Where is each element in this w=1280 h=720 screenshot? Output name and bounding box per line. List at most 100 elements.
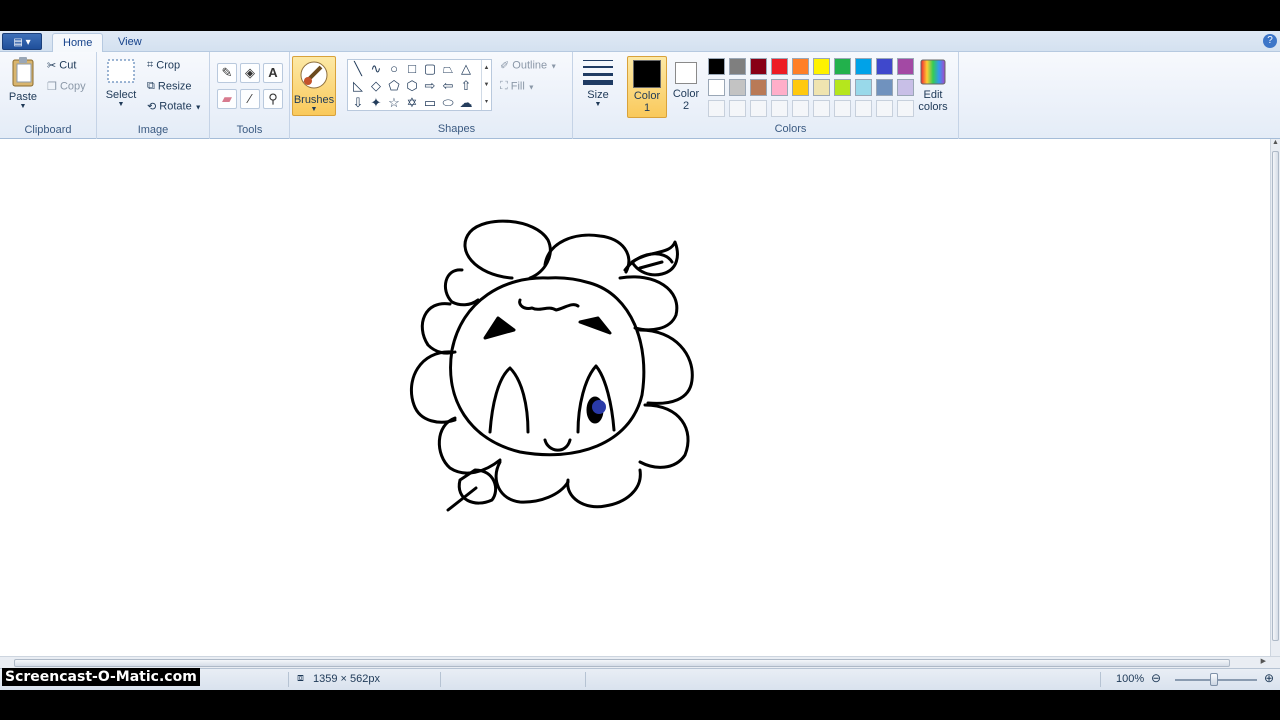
canvas-dimensions: 1359 × 562px	[313, 673, 380, 685]
curve-shape-icon[interactable]: ∿	[367, 60, 385, 78]
custom-color-slot[interactable]	[771, 100, 788, 117]
pencil-icon: ✎	[221, 65, 233, 80]
horizontal-scroll-thumb[interactable]	[14, 659, 1230, 667]
up-arrow-shape-icon[interactable]: ⇧	[457, 77, 475, 95]
scissors-icon: ✂	[47, 60, 57, 72]
color-picker-tool[interactable]: ⁄	[240, 89, 260, 109]
palette-color-swatch[interactable]	[771, 58, 788, 75]
help-icon[interactable]: ?	[1263, 34, 1277, 48]
color2-button[interactable]: Color 2	[668, 56, 704, 118]
tab-view[interactable]: View	[108, 33, 152, 52]
vertical-scrollbar[interactable]: ▲	[1270, 139, 1280, 656]
left-arrow-shape-icon[interactable]: ⇦	[439, 77, 457, 95]
palette-color-swatch[interactable]	[876, 58, 893, 75]
zoom-in-icon[interactable]: ⊕	[1264, 671, 1274, 685]
edit-colors-button[interactable]: Edit colors	[914, 58, 952, 113]
rounded-callout-shape-icon[interactable]: ▭	[421, 94, 439, 112]
resize-button[interactable]: ⧉ Resize	[147, 80, 192, 93]
app-menu-button[interactable]: ▤ ▾	[2, 33, 42, 50]
scroll-up-icon[interactable]: ▲	[1271, 139, 1280, 146]
six-point-star-shape-icon[interactable]: ✡	[403, 94, 421, 112]
zoom-out-icon[interactable]: ⊖	[1151, 671, 1161, 685]
palette-color-swatch[interactable]	[834, 79, 851, 96]
hexagon-shape-icon[interactable]: ⬡	[403, 77, 421, 95]
brushes-button[interactable]: Brushes ▼	[292, 56, 336, 116]
down-arrow-shape-icon[interactable]: ⇩	[349, 94, 367, 112]
horizontal-scrollbar[interactable]: ▶	[0, 656, 1280, 668]
palette-color-swatch[interactable]	[729, 79, 746, 96]
crop-button[interactable]: ⌗ Crop	[147, 59, 180, 72]
rotate-button[interactable]: ⟲ Rotate ▼	[147, 100, 202, 113]
paste-label: Paste	[8, 91, 38, 103]
custom-color-slot[interactable]	[855, 100, 872, 117]
right-triangle-shape-icon[interactable]: ◺	[349, 77, 367, 95]
vertical-scroll-thumb[interactable]	[1272, 151, 1279, 641]
scroll-right-icon[interactable]: ▶	[1261, 657, 1266, 665]
custom-color-slot[interactable]	[897, 100, 914, 117]
watermark: Screencast-O-Matic.com	[2, 668, 200, 686]
chevron-down-icon: ▼	[117, 101, 125, 108]
triangle-shape-icon[interactable]: △	[457, 60, 475, 78]
palette-color-swatch[interactable]	[792, 58, 809, 75]
line-shape-icon[interactable]: ╲	[349, 60, 367, 78]
palette-color-swatch[interactable]	[792, 79, 809, 96]
custom-color-slot[interactable]	[729, 100, 746, 117]
outline-button[interactable]: ✐ Outline ▼	[500, 59, 557, 72]
fill-tool[interactable]: ◈	[240, 63, 260, 83]
diamond-shape-icon[interactable]: ◇	[367, 77, 385, 95]
size-button[interactable]: Size ▼	[578, 58, 618, 108]
chevron-down-icon: ▼	[550, 63, 558, 71]
palette-color-swatch[interactable]	[750, 58, 767, 75]
copy-button[interactable]: ❐ Copy	[47, 80, 86, 93]
custom-color-slot[interactable]	[708, 100, 725, 117]
oval-callout-shape-icon[interactable]: ⬭	[439, 94, 457, 112]
rotate-icon: ⟲	[147, 101, 157, 113]
palette-color-swatch[interactable]	[708, 58, 725, 75]
polygon-shape-icon[interactable]: ⏢	[439, 60, 457, 78]
eraser-tool[interactable]: ▰	[217, 89, 237, 109]
palette-color-swatch[interactable]	[708, 79, 725, 96]
zoom-slider-thumb[interactable]	[1210, 673, 1218, 686]
custom-color-slot[interactable]	[876, 100, 893, 117]
custom-color-slot[interactable]	[750, 100, 767, 117]
copy-label: Copy	[59, 80, 86, 93]
palette-color-swatch[interactable]	[771, 79, 788, 96]
color1-button[interactable]: Color 1	[627, 56, 667, 118]
fill-button[interactable]: ⛶ Fill ▼	[500, 80, 535, 93]
palette-color-swatch[interactable]	[897, 58, 914, 75]
pencil-tool[interactable]: ✎	[217, 63, 237, 83]
brush-icon	[300, 61, 328, 89]
paste-button[interactable]: Paste ▼	[4, 56, 42, 110]
text-tool[interactable]: A	[263, 63, 283, 83]
select-button[interactable]: Select ▼	[103, 58, 139, 108]
rectangle-shape-icon[interactable]: □	[403, 60, 421, 78]
palette-color-swatch[interactable]	[855, 58, 872, 75]
palette-color-swatch[interactable]	[750, 79, 767, 96]
palette-color-swatch[interactable]	[855, 79, 872, 96]
magnifier-tool[interactable]: ⚲	[263, 89, 283, 109]
right-arrow-shape-icon[interactable]: ⇨	[421, 77, 439, 95]
pentagon-shape-icon[interactable]: ⬠	[385, 77, 403, 95]
oval-shape-icon[interactable]: ○	[385, 60, 403, 78]
top-letterbox	[0, 0, 1280, 31]
four-point-star-shape-icon[interactable]: ✦	[367, 94, 385, 112]
tab-home[interactable]: Home	[52, 33, 104, 52]
custom-color-slot[interactable]	[834, 100, 851, 117]
palette-color-swatch[interactable]	[897, 79, 914, 96]
palette-color-swatch[interactable]	[834, 58, 851, 75]
palette-color-swatch[interactable]	[729, 58, 746, 75]
rounded-rectangle-shape-icon[interactable]: ▢	[421, 60, 439, 78]
drawing-canvas[interactable]	[0, 139, 1270, 656]
custom-color-slot[interactable]	[792, 100, 809, 117]
tools-group: ✎ ◈ A ▰ ⁄ ⚲ Tools	[210, 52, 290, 139]
cut-button[interactable]: ✂ Cut	[47, 59, 76, 72]
shapes-scroll[interactable]: ▲ ▼ ▾	[481, 60, 491, 110]
palette-color-swatch[interactable]	[876, 79, 893, 96]
clipboard-group: Paste ▼ ✂ Cut ❐ Copy Clipboard	[0, 52, 97, 139]
custom-color-slot[interactable]	[813, 100, 830, 117]
shapes-gallery: ╲ ∿ ○ □ ▢ ⏢ △ ◺ ◇ ⬠ ⬡ ⇨ ⇦ ⇧ ⇩ ✦ ☆ ✡ ▭ ⬭ …	[347, 59, 492, 111]
cloud-callout-shape-icon[interactable]: ☁	[457, 94, 475, 112]
five-point-star-shape-icon[interactable]: ☆	[385, 94, 403, 112]
palette-color-swatch[interactable]	[813, 79, 830, 96]
palette-color-swatch[interactable]	[813, 58, 830, 75]
